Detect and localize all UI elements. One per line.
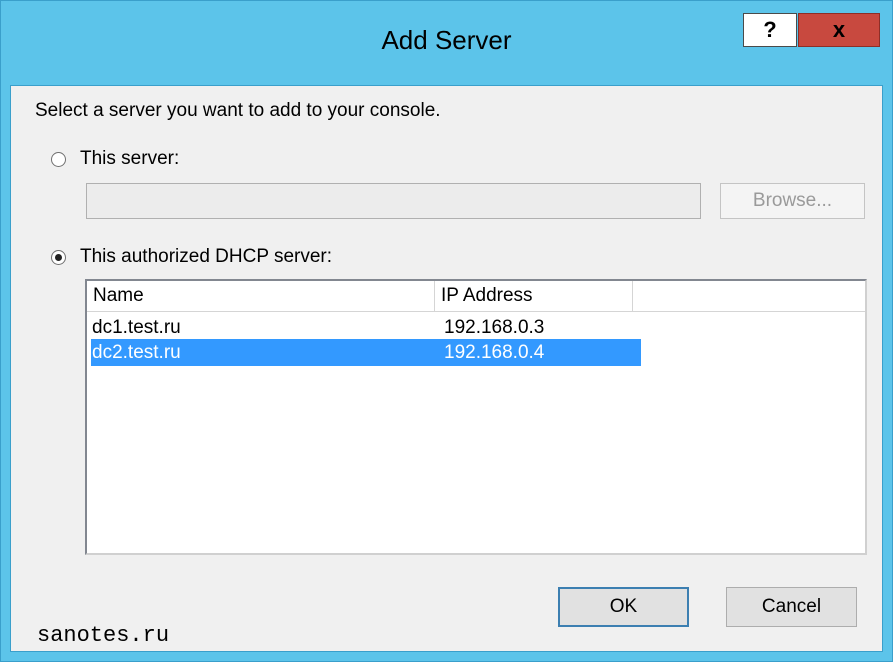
close-button[interactable]: x — [798, 13, 880, 47]
list-item-name: dc2.test.ru — [92, 342, 181, 363]
browse-button: Browse... — [720, 183, 865, 219]
watermark-text: sanotes.ru — [37, 623, 170, 648]
list-item[interactable]: dc1.test.ru 192.168.0.3 — [91, 314, 641, 341]
list-item-ip: 192.168.0.4 — [444, 342, 545, 363]
radio-button-this-server[interactable] — [51, 151, 66, 167]
column-header-ip-address[interactable]: IP Address — [435, 281, 633, 311]
title-bar[interactable]: Add Server ? x — [1, 1, 892, 85]
radio-this-server[interactable]: This server: — [51, 148, 179, 170]
instruction-text: Select a server you want to add to your … — [35, 100, 441, 121]
ok-button[interactable]: OK — [558, 587, 689, 627]
radio-label-authorized-dhcp-server: This authorized DHCP server: — [80, 246, 333, 267]
list-item-selected[interactable]: dc2.test.ru 192.168.0.4 — [91, 339, 641, 366]
radio-button-authorized-dhcp-server[interactable] — [51, 249, 66, 265]
radio-authorized-dhcp-server[interactable]: This authorized DHCP server: — [51, 246, 332, 268]
cancel-button[interactable]: Cancel — [726, 587, 857, 627]
dialog-body: Select a server you want to add to your … — [10, 85, 883, 652]
help-button[interactable]: ? — [743, 13, 797, 47]
column-header-name[interactable]: Name — [87, 281, 435, 311]
dhcp-server-list[interactable]: Name IP Address dc1.test.ru 192.168.0.3 … — [85, 279, 867, 555]
list-item-ip: 192.168.0.3 — [444, 317, 545, 338]
list-header: Name IP Address — [87, 281, 865, 312]
radio-label-this-server: This server: — [80, 148, 180, 169]
add-server-dialog: Add Server ? x Select a server you want … — [0, 0, 893, 662]
server-name-input — [86, 183, 701, 219]
column-header-empty[interactable] — [633, 281, 865, 311]
radio-selected-dot — [55, 253, 62, 261]
list-item-name: dc1.test.ru — [92, 317, 181, 338]
close-icon: x — [832, 17, 846, 42]
